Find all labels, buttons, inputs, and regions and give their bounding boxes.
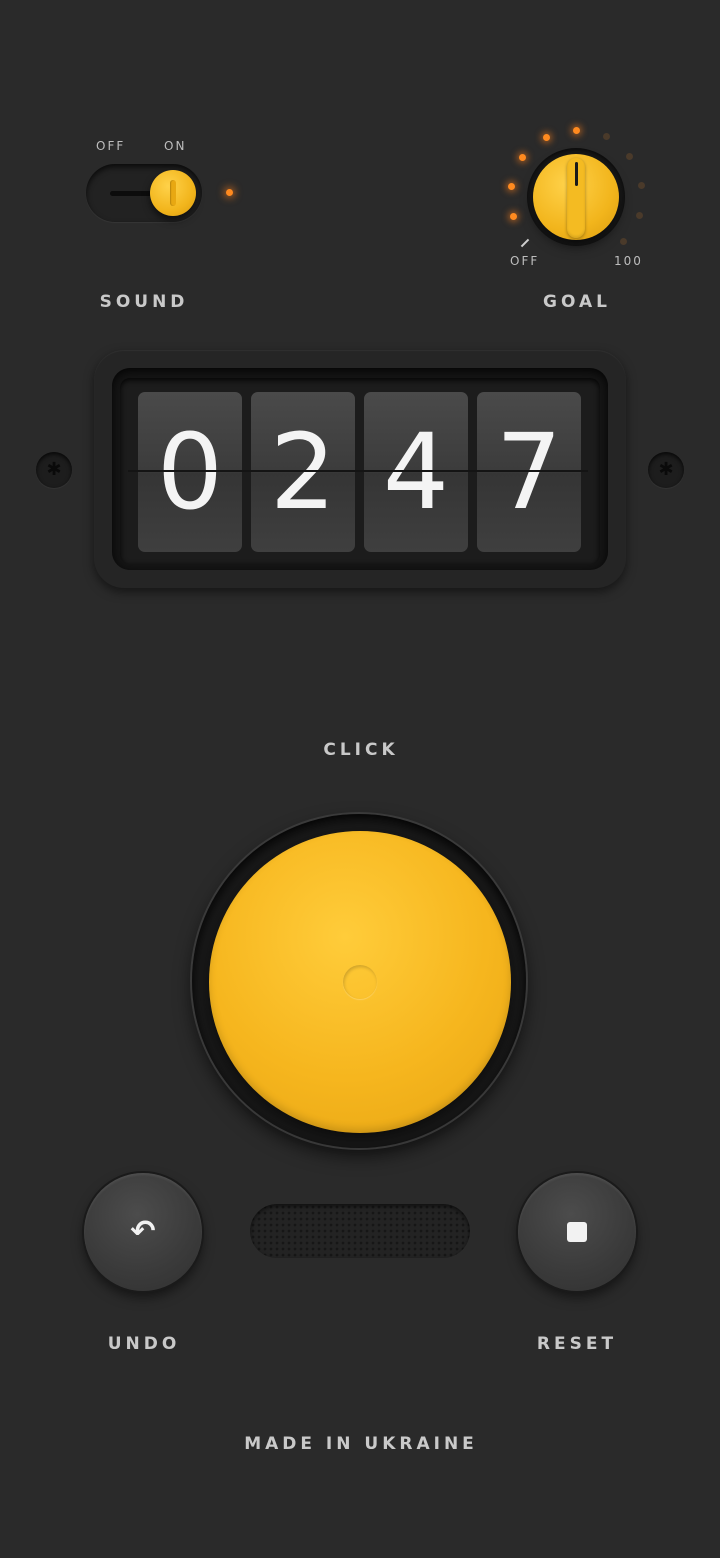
button-dimple bbox=[343, 965, 377, 999]
goal-led bbox=[603, 133, 610, 140]
counter-digit: 4 bbox=[364, 392, 468, 552]
undo-label: UNDO bbox=[107, 1334, 181, 1354]
sound-off-label: OFF bbox=[96, 139, 126, 153]
knob-pointer bbox=[575, 162, 578, 186]
screw-icon bbox=[36, 452, 72, 488]
app-screen: OFF ON SOUND OFF 100 GOAL 0 2 4 7 CLICK … bbox=[0, 0, 720, 1558]
goal-led bbox=[573, 127, 580, 134]
goal-title: GOAL bbox=[543, 292, 611, 312]
reset-label: RESET bbox=[536, 1334, 618, 1354]
sound-on-label: ON bbox=[164, 139, 187, 153]
undo-button[interactable]: ↶ bbox=[84, 1173, 202, 1291]
undo-arrow-icon: ↶ bbox=[130, 1214, 156, 1249]
sound-title: SOUND bbox=[99, 292, 189, 312]
counter-digit: 2 bbox=[251, 392, 355, 552]
goal-led bbox=[510, 213, 517, 220]
goal-max-label: 100 bbox=[614, 254, 643, 268]
sound-indicator-led bbox=[226, 189, 233, 196]
goal-led bbox=[519, 154, 526, 161]
goal-led bbox=[626, 153, 633, 160]
goal-led bbox=[620, 238, 627, 245]
click-label: CLICK bbox=[323, 740, 399, 760]
counter-digit: 7 bbox=[477, 392, 581, 552]
reset-button[interactable] bbox=[518, 1173, 636, 1291]
goal-led bbox=[638, 182, 645, 189]
off-tick-mark bbox=[520, 238, 530, 248]
stop-square-icon bbox=[567, 1222, 587, 1242]
speaker-grille bbox=[250, 1204, 470, 1258]
sound-toggle[interactable] bbox=[86, 164, 202, 222]
click-button[interactable] bbox=[209, 831, 511, 1133]
goal-led bbox=[636, 212, 643, 219]
flip-split-line bbox=[128, 470, 588, 472]
goal-led bbox=[508, 183, 515, 190]
screw-icon bbox=[648, 452, 684, 488]
goal-led bbox=[543, 134, 550, 141]
goal-knob[interactable] bbox=[533, 154, 619, 240]
footer-text: MADE IN UKRAINE bbox=[244, 1434, 478, 1454]
counter-digit: 0 bbox=[138, 392, 242, 552]
goal-off-label: OFF bbox=[510, 254, 540, 268]
toggle-knob[interactable] bbox=[150, 170, 196, 216]
